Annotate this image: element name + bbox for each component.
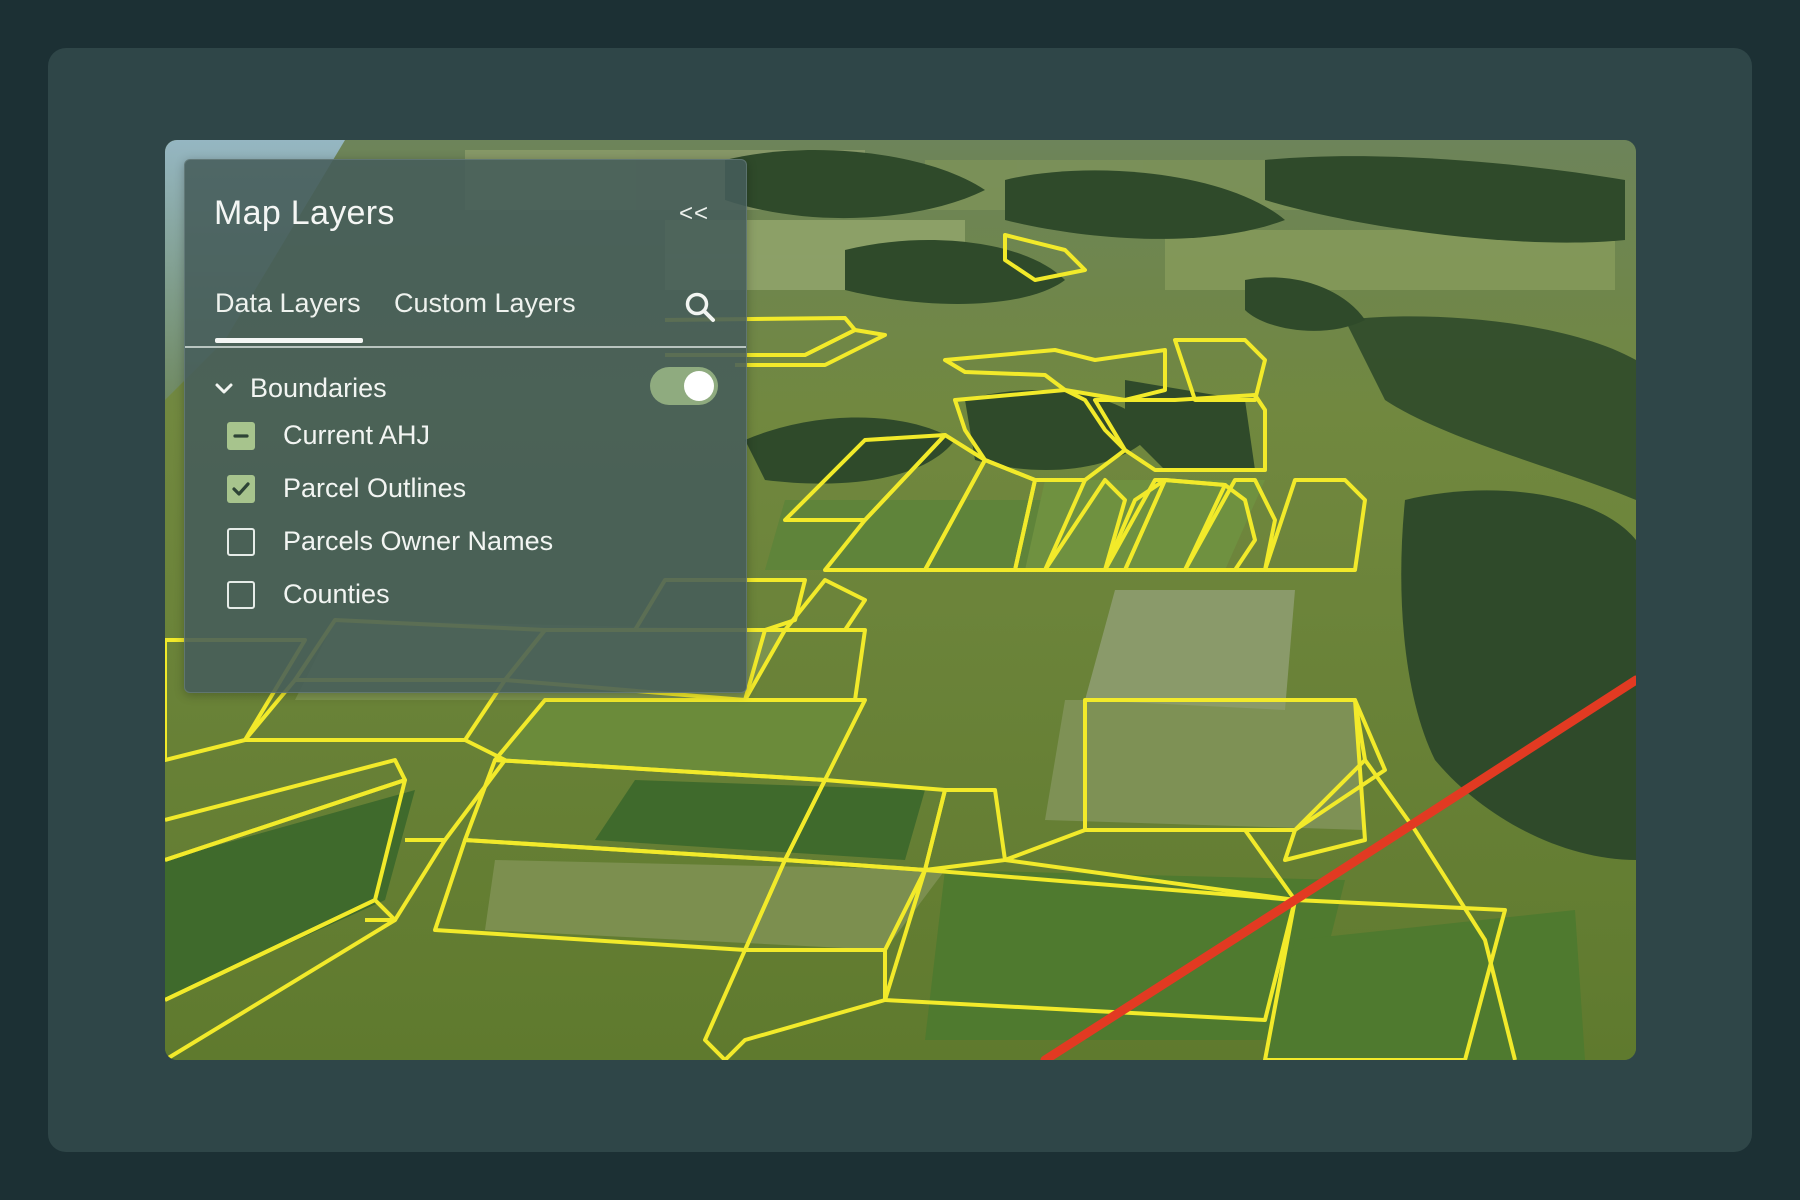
toggle-knob [684,371,714,401]
panel-title: Map Layers [214,194,395,232]
boundaries-toggle[interactable] [650,367,718,405]
checkbox-unchecked[interactable] [227,528,255,556]
checkmark-icon [232,482,250,496]
checkbox-indeterminate[interactable] [227,422,255,450]
layer-item-parcels-owner-names[interactable]: Parcels Owner Names [227,523,707,563]
layer-label: Parcel Outlines [283,473,467,503]
group-boundaries: Boundaries [185,366,746,416]
layer-label: Parcels Owner Names [283,526,554,556]
layer-item-parcel-outlines[interactable]: Parcel Outlines [227,470,707,510]
collapse-panel-button[interactable]: << [679,200,709,228]
layer-item-current-ahj[interactable]: Current AHJ [227,417,707,457]
layer-label: Counties [283,579,390,609]
map-layers-panel: Map Layers << Data Layers Custom Layers … [184,159,747,693]
layer-item-counties[interactable]: Counties [227,576,707,616]
group-label: Boundaries [250,373,387,403]
checkbox-checked[interactable] [227,475,255,503]
checkbox-unchecked[interactable] [227,581,255,609]
chevron-down-icon[interactable] [213,378,235,400]
search-icon[interactable] [683,290,717,324]
tab-data-layers[interactable]: Data Layers [215,288,363,343]
tab-custom-layers[interactable]: Custom Layers [394,288,576,319]
minus-icon [233,434,249,438]
layer-tabs: Data Layers Custom Layers [185,280,746,348]
layer-label: Current AHJ [283,420,431,450]
